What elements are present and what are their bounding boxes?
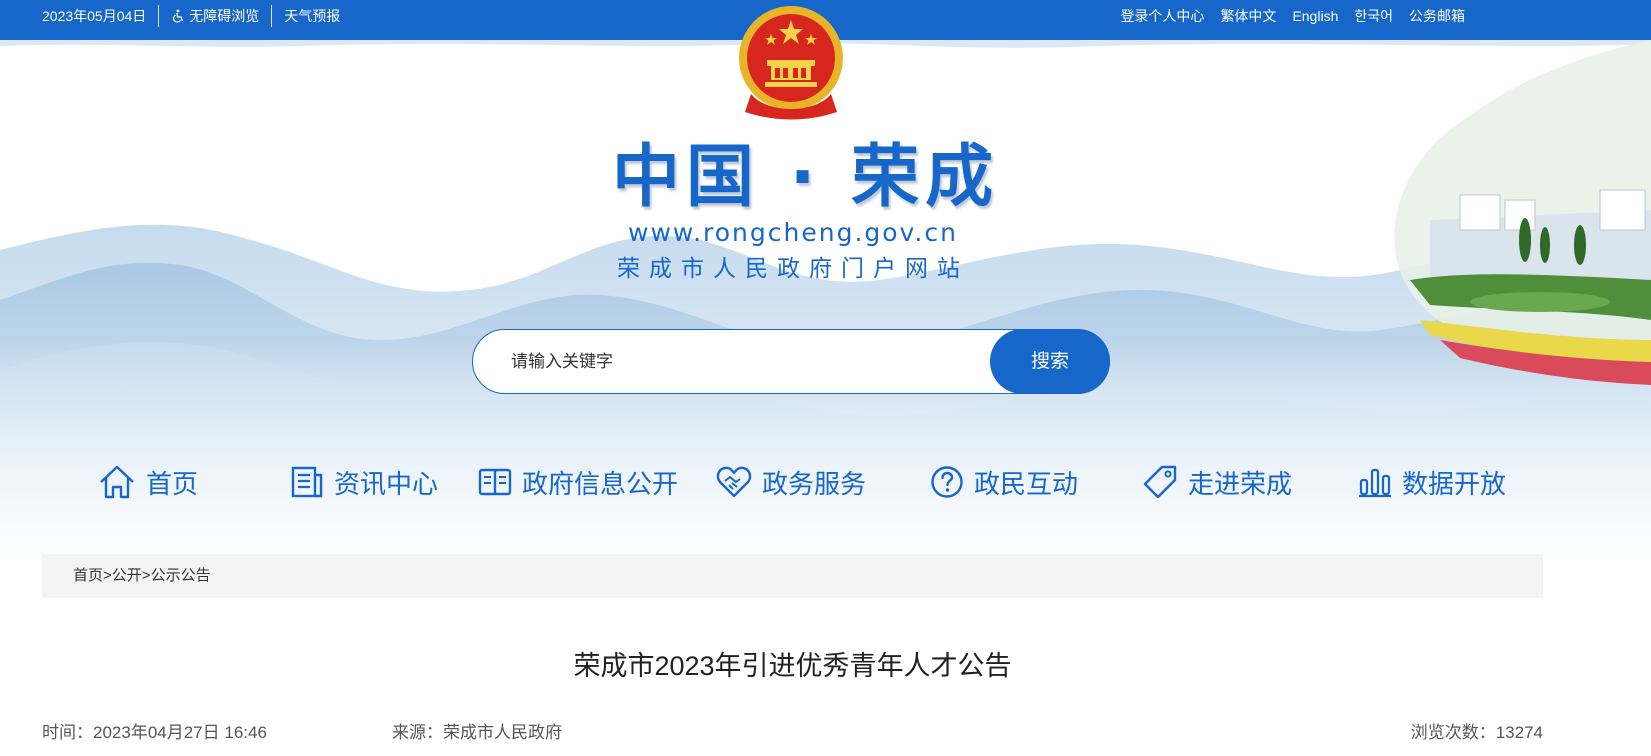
search-button[interactable]: 搜索: [990, 329, 1110, 394]
mail-link[interactable]: 公务邮箱: [1409, 6, 1465, 26]
article-title: 荣成市2023年引进优秀青年人才公告: [573, 651, 1012, 681]
article-time: 时间：2023年04月27日 16:46: [42, 723, 267, 742]
national-emblem-icon: [739, 6, 843, 120]
current-date: 2023年05月04日: [42, 8, 147, 24]
korean-link[interactable]: 한국어: [1354, 6, 1393, 26]
nav-item-about[interactable]: 走进荣成: [1142, 460, 1292, 504]
breadcrumb-public[interactable]: 公开: [112, 567, 142, 584]
nav-label: 政务服务: [762, 468, 867, 499]
bar-chart-icon: [1359, 468, 1391, 498]
article-source: 来源：荣成市人民政府: [392, 723, 562, 742]
divider: [271, 5, 273, 27]
book-icon: [478, 468, 512, 496]
nav-label: 政府信息公开: [522, 468, 679, 499]
search-box[interactable]: 请输入关键字 搜索: [472, 329, 1110, 394]
nav-item-home[interactable]: 首页: [98, 460, 198, 504]
tag-icon: [1143, 465, 1177, 499]
accessibility-label: 无障碍浏览: [189, 8, 260, 24]
article-views: 浏览次数：13274: [1410, 723, 1543, 742]
nav-label: 首页: [146, 468, 199, 499]
site-title: 中国 · 荣成: [612, 138, 1000, 217]
accessibility-link[interactable]: 无障碍浏览: [171, 6, 259, 26]
breadcrumb-separator: >: [141, 567, 151, 584]
nav-item-services[interactable]: 政务服务: [716, 460, 866, 504]
top-bar-right: 登录个人中心 繁体中文 English 한국어 公务邮箱: [1120, 0, 1465, 32]
nav-label: 政民互动: [974, 468, 1079, 499]
traditional-chinese-link[interactable]: 繁体中文: [1220, 6, 1276, 26]
question-icon: [931, 466, 963, 498]
nav-item-interaction[interactable]: 政民互动: [930, 460, 1078, 504]
breadcrumb-announcements[interactable]: 公示公告: [151, 567, 211, 584]
wheelchair-icon: [173, 9, 184, 23]
breadcrumb: 首页>公开>公示公告: [42, 554, 1543, 598]
weather-link[interactable]: 天气预报: [284, 6, 340, 26]
nav-item-news[interactable]: 资讯中心: [290, 460, 438, 504]
handshake-heart-icon: [716, 466, 752, 498]
nav-item-open-data[interactable]: 数据开放: [1358, 460, 1506, 504]
home-icon: [100, 465, 134, 499]
news-icon: [291, 466, 323, 498]
site-url: www.rongcheng.gov.cn: [628, 218, 958, 247]
top-bar-left: 2023年05月04日 无障碍浏览 天气预报: [42, 0, 340, 32]
nav-item-gov-info[interactable]: 政府信息公开: [478, 460, 678, 504]
main-nav: 首页 资讯中心 政府信息公开 政务服务 政民互动 走进荣成 数据开放: [0, 460, 1651, 504]
login-link[interactable]: 登录个人中心: [1120, 6, 1204, 26]
english-link[interactable]: English: [1292, 8, 1338, 24]
nav-label: 资讯中心: [334, 468, 439, 499]
site-subtitle: 荣成市人民政府门户网站: [617, 255, 969, 281]
nav-label: 数据开放: [1402, 468, 1507, 499]
nav-label: 走进荣成: [1188, 468, 1293, 499]
divider: [158, 5, 160, 27]
breadcrumb-home[interactable]: 首页: [73, 567, 103, 584]
breadcrumb-separator: >: [103, 567, 112, 584]
search-input[interactable]: 请输入关键字: [511, 330, 613, 393]
